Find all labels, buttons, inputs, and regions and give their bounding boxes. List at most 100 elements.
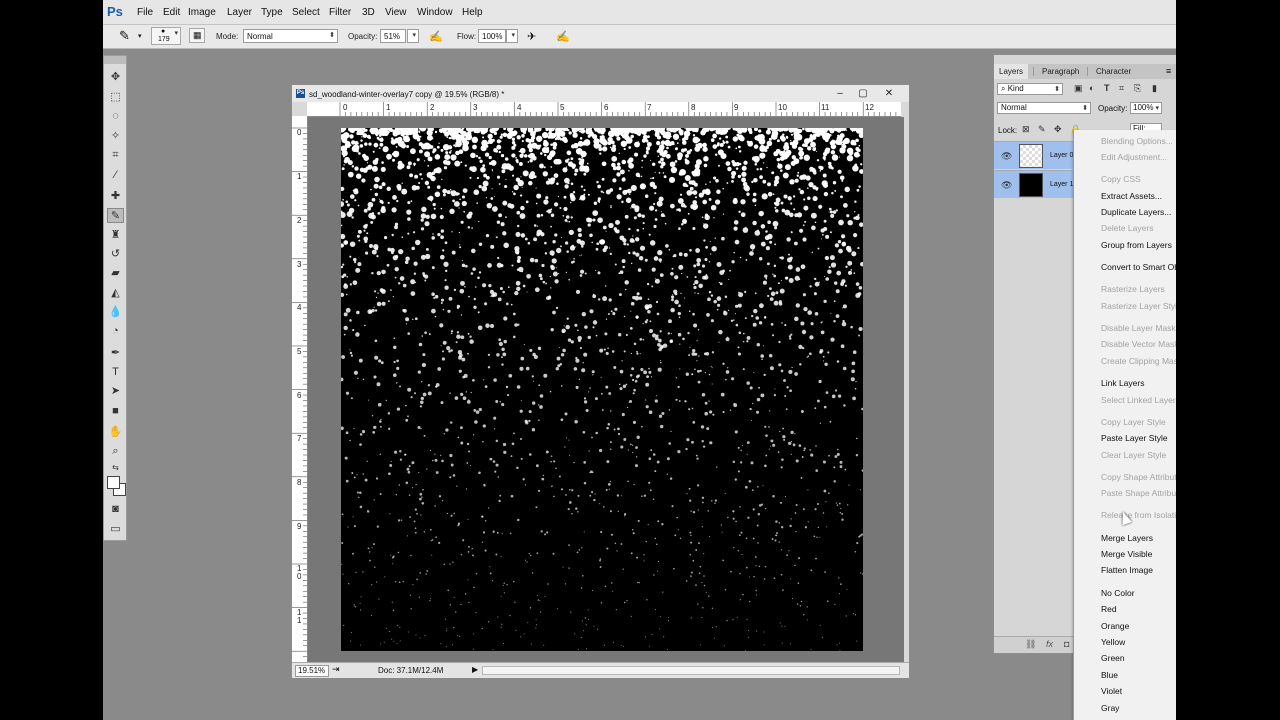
horizontal-scrollbar[interactable] — [482, 666, 900, 675]
filter-kind-select[interactable]: ⌕ Kind ⬍ — [997, 83, 1063, 95]
history-brush-tool-icon[interactable]: ↺ — [107, 247, 124, 262]
quick-select-tool-icon[interactable]: ✧ — [107, 129, 124, 144]
menu-item-no-color[interactable]: No Color — [1101, 586, 1135, 600]
menu-item-paste-layer-style[interactable]: Paste Layer Style — [1101, 431, 1168, 445]
add-mask-icon[interactable]: ◘ — [1064, 639, 1069, 649]
lock-transparency-icon[interactable]: ⊠ — [1022, 124, 1030, 135]
menu-edit[interactable]: Edit — [163, 7, 180, 18]
status-menu-arrow-icon[interactable]: ▶ — [472, 665, 478, 674]
paint-bucket-tool-icon[interactable]: ◭ — [107, 286, 124, 301]
menu-item-group-from-layers[interactable]: Group from Layers — [1101, 238, 1172, 252]
opacity-input[interactable]: 51% — [380, 29, 406, 43]
crop-tool-icon[interactable]: ⌗ — [107, 148, 124, 163]
move-tool-icon[interactable]: ✥ — [107, 70, 124, 85]
menu-layer[interactable]: Layer — [227, 7, 252, 18]
panel-menu-icon[interactable]: ≡ — [1166, 66, 1171, 76]
menu-item-gray[interactable]: Gray — [1101, 701, 1119, 715]
blur-tool-icon[interactable]: 💧 — [107, 305, 124, 320]
clone-stamp-tool-icon[interactable]: ♜ — [107, 228, 124, 243]
dodge-tool-icon[interactable]: ◔ — [107, 324, 124, 339]
type-tool-icon[interactable]: T — [107, 365, 124, 380]
zoom-level-field[interactable]: 19.51% — [295, 665, 329, 677]
menu-item-yellow[interactable]: Yellow — [1101, 635, 1125, 649]
fx-icon[interactable]: fx — [1046, 639, 1053, 649]
filter-adjustment-icon[interactable]: ◐ — [1089, 83, 1094, 93]
menu-3d[interactable]: 3D — [362, 7, 375, 18]
menu-image[interactable]: Image — [188, 7, 216, 18]
panel-tabs: Layers Paragraph Character ≡ — [994, 64, 1176, 79]
brush-tool-icon[interactable]: ✎ — [107, 208, 124, 223]
eye-icon[interactable]: 👁 — [1001, 151, 1012, 162]
quick-mask-icon[interactable]: ◙ — [107, 502, 124, 517]
eyedropper-tool-icon[interactable]: ⁄ — [107, 168, 124, 183]
menu-item-blue[interactable]: Blue — [1101, 668, 1118, 682]
pen-tool-icon[interactable]: ✒ — [107, 346, 124, 361]
menu-item-duplicate-layers[interactable]: Duplicate Layers... — [1101, 205, 1171, 219]
menu-item-merge-layers[interactable]: Merge Layers — [1101, 531, 1153, 545]
lasso-tool-icon[interactable]: ◌ — [107, 109, 124, 124]
filter-type-icon[interactable]: T — [1104, 83, 1110, 93]
brush-tool-icon[interactable]: ✎ — [119, 28, 130, 44]
opacity-dropdown[interactable]: ▾ — [407, 29, 419, 43]
pressure-opacity-icon[interactable]: ✍ — [429, 30, 443, 43]
brush-preset-picker[interactable]: ● 179 ▾ — [151, 27, 181, 45]
document-title-bar[interactable]: Ps sd_woodland-winter-overlay7 copy @ 19… — [292, 85, 909, 102]
swap-colors-icon[interactable]: ⇆ — [107, 460, 124, 475]
filter-smart-object-icon[interactable]: ⎘ — [1134, 83, 1141, 94]
menu-item-green[interactable]: Green — [1101, 651, 1125, 665]
path-selection-tool-icon[interactable]: ➤ — [107, 384, 124, 399]
snow-overlay-image[interactable] — [341, 128, 863, 651]
close-icon[interactable]: ✕ — [878, 87, 900, 100]
blend-mode-select[interactable]: Normal ⬍ — [997, 102, 1091, 114]
mode-select[interactable]: Normal ⬍ — [243, 29, 338, 43]
foreground-color-swatch[interactable] — [107, 476, 120, 489]
marquee-tool-icon[interactable]: ⬚ — [107, 90, 124, 105]
vertical-ruler[interactable]: 0 1 2 3 4 5 6 7 8 9 1 0 1 1 — [292, 116, 308, 662]
menu-item-link-layers[interactable]: Link Layers — [1101, 376, 1144, 390]
opacity-value: 51% — [384, 32, 401, 41]
menu-item-extract-assets[interactable]: Extract Assets... — [1101, 189, 1162, 203]
filter-shape-icon[interactable]: ⌗ — [1119, 83, 1124, 94]
layer-opacity-input[interactable]: 100% ▾ — [1130, 102, 1162, 114]
horizontal-ruler[interactable]: 0 1 2 3 4 5 6 7 8 9 10 11 12 — [307, 102, 901, 117]
menu-window[interactable]: Window — [417, 7, 453, 18]
menu-item-violet[interactable]: Violet — [1101, 684, 1122, 698]
tab-character[interactable]: Character — [1091, 64, 1136, 79]
eye-icon[interactable]: 👁 — [1001, 180, 1012, 191]
menu-item-flatten-image[interactable]: Flatten Image — [1101, 563, 1153, 577]
chevron-down-icon[interactable]: ▾ — [138, 32, 142, 40]
menu-type[interactable]: Type — [261, 7, 283, 18]
flow-input[interactable]: 100% — [478, 29, 506, 43]
zoom-tool-icon[interactable]: ⌕ — [107, 444, 124, 459]
lock-pixels-icon[interactable]: ✎ — [1038, 124, 1046, 135]
menu-item-convert-to-smart-object[interactable]: Convert to Smart Object — [1101, 260, 1176, 274]
menu-item-orange[interactable]: Orange — [1101, 619, 1129, 633]
menu-select[interactable]: Select — [292, 7, 320, 18]
share-icon[interactable]: ⇥ — [332, 664, 340, 675]
minimize-icon[interactable]: – — [829, 87, 851, 100]
canvas-area[interactable] — [308, 117, 904, 662]
menu-item-red[interactable]: Red — [1101, 602, 1117, 616]
tab-layers[interactable]: Layers — [994, 64, 1029, 79]
link-layers-icon[interactable]: ⛓ — [1025, 639, 1036, 650]
hand-tool-icon[interactable]: ✋ — [107, 425, 124, 440]
rectangle-tool-icon[interactable]: ■ — [107, 404, 124, 419]
menu-view[interactable]: View — [385, 7, 407, 18]
flow-dropdown[interactable]: ▾ — [506, 29, 518, 43]
menu-filter[interactable]: Filter — [329, 7, 351, 18]
eraser-tool-icon[interactable]: ▰ — [107, 266, 124, 281]
lock-position-icon[interactable]: ✥ — [1054, 124, 1062, 135]
filter-toggle-icon[interactable]: ▮ — [1152, 83, 1157, 94]
tab-paragraph[interactable]: Paragraph — [1037, 64, 1084, 79]
menu-help[interactable]: Help — [462, 7, 483, 18]
menu-file[interactable]: File — [137, 7, 153, 18]
healing-brush-tool-icon[interactable]: ✚ — [107, 189, 124, 204]
menu-item-merge-visible[interactable]: Merge Visible — [1101, 547, 1152, 561]
brush-panel-toggle[interactable]: ▦ — [189, 28, 205, 43]
tools-panel-grip[interactable] — [104, 56, 126, 64]
maximize-icon[interactable]: ▢ — [852, 87, 874, 100]
pressure-size-icon[interactable]: ✍ — [556, 30, 570, 43]
airbrush-icon[interactable]: ✈ — [527, 30, 536, 43]
screen-mode-icon[interactable]: ▭ — [107, 522, 124, 537]
filter-pixel-icon[interactable]: ▣ — [1074, 83, 1083, 94]
